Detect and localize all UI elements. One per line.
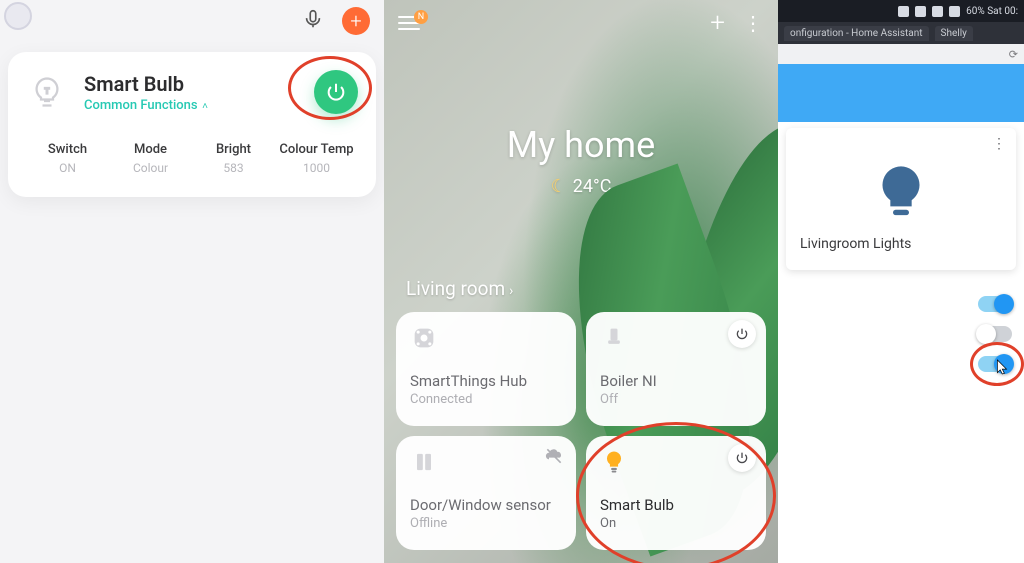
tile-smart-bulb[interactable]: Smart Bulb On	[586, 436, 766, 550]
browser-tab[interactable]: onfiguration - Home Assistant	[784, 26, 929, 41]
smartthings-app-panel: N + ⋮ My home ☾24°C Living room› SmartTh…	[384, 0, 778, 563]
tuya-app-panel: + T Smart Bulb Common Functions ˄	[0, 0, 384, 563]
more-options-button[interactable]: ⋮	[743, 11, 764, 35]
tile-boiler[interactable]: Boiler NI Off	[586, 312, 766, 426]
refresh-icon[interactable]: ⟳	[1009, 48, 1018, 61]
power-button[interactable]	[314, 70, 358, 114]
card-menu-button[interactable]: ⋮	[992, 136, 1006, 152]
microphone-icon[interactable]	[302, 8, 324, 34]
home-title: My home	[384, 124, 778, 166]
tile-title: Smart Bulb	[600, 496, 752, 514]
chevron-up-icon: ˄	[200, 101, 208, 112]
device-title: Smart Bulb	[84, 72, 298, 96]
bulb-icon[interactable]	[866, 158, 936, 228]
tile-title: Boiler NI	[600, 372, 752, 390]
home-assistant-panel: 60% Sat 00: onfiguration - Home Assistan…	[778, 0, 1024, 563]
light-card[interactable]: ⋮ Livingroom Lights	[786, 128, 1016, 270]
chevron-right-icon: ›	[509, 283, 513, 299]
hub-icon	[410, 324, 438, 352]
stat-colour-temp[interactable]: Colour Temp 1000	[275, 142, 358, 175]
tile-title: SmartThings Hub	[410, 372, 562, 390]
weather-widget[interactable]: ☾24°C	[384, 176, 778, 197]
moon-icon: ☾	[551, 176, 567, 197]
hamburger-menu-button[interactable]: N	[398, 16, 420, 30]
ha-header-bar	[778, 64, 1024, 122]
notification-badge: N	[414, 10, 428, 24]
wifi-icon	[915, 6, 926, 17]
tile-status: Connected	[410, 392, 562, 407]
browser-tab-bar: onfiguration - Home Assistant Shelly	[778, 22, 1024, 44]
boiler-icon	[600, 324, 628, 352]
tile-door-window-sensor[interactable]: Door/Window sensor Offline	[396, 436, 576, 550]
system-status-bar: 60% Sat 00:	[778, 0, 1024, 22]
add-button[interactable]: +	[710, 8, 725, 38]
panel1-topbar: +	[0, 0, 384, 42]
tile-status: On	[600, 516, 752, 531]
tile-title: Door/Window sensor	[410, 496, 562, 514]
stat-mode[interactable]: Mode Colour	[109, 142, 192, 175]
statusbar-text: 60% Sat 00:	[966, 6, 1018, 17]
sensor-icon	[410, 448, 438, 476]
assistant-avatar-icon[interactable]	[4, 2, 32, 30]
battery-icon	[949, 6, 960, 17]
tile-power-button[interactable]	[728, 320, 756, 348]
tile-smartthings-hub[interactable]: SmartThings Hub Connected	[396, 312, 576, 426]
panel2-topbar: N + ⋮	[384, 0, 778, 38]
browser-toolbar: ⟳	[778, 44, 1024, 64]
tile-power-button[interactable]	[728, 444, 756, 472]
toggle-list	[778, 296, 1024, 372]
add-device-button[interactable]: +	[342, 7, 370, 35]
tile-status: Offline	[410, 516, 562, 531]
stat-bright[interactable]: Bright 583	[192, 142, 275, 175]
bulb-on-icon	[600, 448, 628, 476]
toggle-switch[interactable]	[978, 356, 1012, 372]
volume-icon	[932, 6, 943, 17]
toggle-switch[interactable]	[978, 296, 1012, 312]
toggle-switch[interactable]	[978, 326, 1012, 342]
device-card[interactable]: T Smart Bulb Common Functions ˄ Switch O…	[8, 52, 376, 197]
device-stats-row: Switch ON Mode Colour Bright 583 Colour …	[26, 142, 358, 175]
bluetooth-icon	[898, 6, 909, 17]
bulb-outline-icon: T	[26, 71, 68, 113]
svg-text:T: T	[45, 87, 50, 96]
stat-switch[interactable]: Switch ON	[26, 142, 109, 175]
card-title: Livingroom Lights	[800, 236, 1002, 252]
offline-cloud-icon	[544, 446, 564, 470]
browser-tab[interactable]: Shelly	[935, 26, 973, 41]
common-functions-toggle[interactable]: Common Functions ˄	[84, 98, 298, 113]
tile-status: Off	[600, 392, 752, 407]
